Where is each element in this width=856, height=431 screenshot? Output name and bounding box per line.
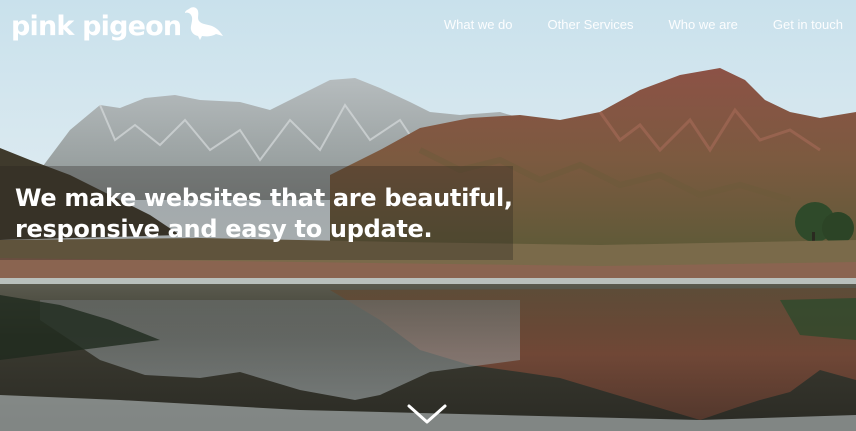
hero-headline-line-1: We make websites that are beautiful, (15, 184, 513, 212)
brand-logo[interactable]: pink pigeon (11, 6, 225, 46)
main-nav: What we do Other Services Who we are Get… (444, 17, 843, 32)
brand-name: pink pigeon (11, 10, 182, 42)
nav-link-what-we-do[interactable]: What we do (444, 17, 513, 32)
hero-headline: We make websites that are beautiful, res… (15, 183, 535, 245)
pigeon-icon (185, 7, 224, 40)
hero-headline-line-2: responsive and easy to update. (15, 215, 433, 243)
hero-section: pink pigeon What we do Other Services Wh… (0, 0, 856, 431)
chevron-down-icon[interactable] (406, 402, 448, 426)
nav-link-other-services[interactable]: Other Services (548, 17, 634, 32)
top-navigation-bar: pink pigeon What we do Other Services Wh… (0, 0, 856, 52)
nav-link-who-we-are[interactable]: Who we are (669, 17, 738, 32)
nav-link-get-in-touch[interactable]: Get in touch (773, 17, 843, 32)
